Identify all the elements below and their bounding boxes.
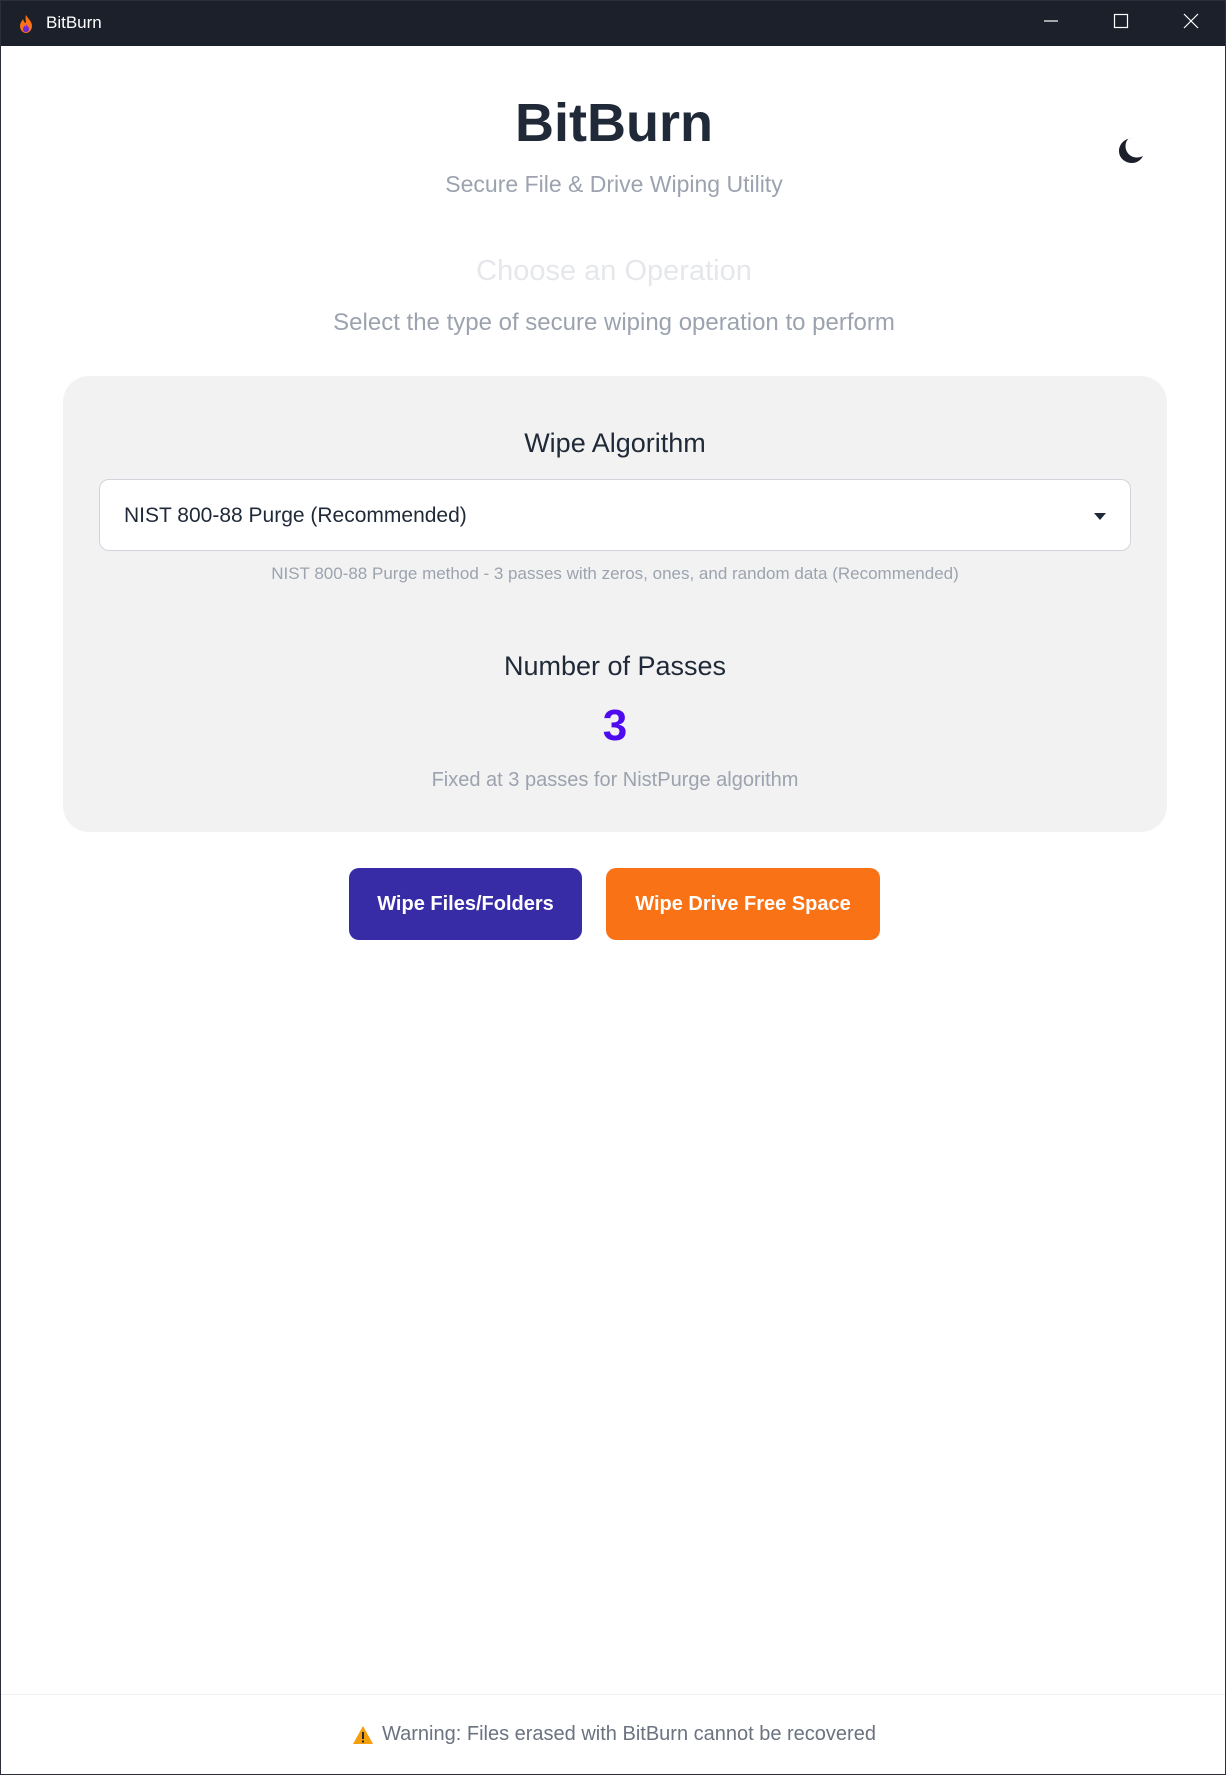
app-window: BitBurn BitBurn Secure File & Drive Wipi…: [0, 0, 1226, 1775]
moon-icon: [1111, 138, 1147, 172]
wipe-drive-button[interactable]: Wipe Drive Free Space: [606, 868, 880, 940]
chevron-down-icon: [1094, 513, 1106, 520]
wipe-files-button[interactable]: Wipe Files/Folders: [349, 868, 582, 940]
passes-label: Number of Passes: [503, 651, 727, 681]
close-icon: [1183, 13, 1199, 34]
algorithm-select[interactable]: NIST 800-88 Purge (Recommended): [99, 479, 1131, 551]
minimize-button[interactable]: [1016, 1, 1086, 46]
flame-icon: [17, 14, 35, 34]
app-subtitle: Secure File & Drive Wiping Utility: [445, 171, 783, 197]
settings-card: Wipe Algorithm NIST 800-88 Purge (Recomm…: [63, 376, 1167, 832]
operation-subheading: Select the type of secure wiping operati…: [333, 309, 895, 336]
algorithm-selected-value: NIST 800-88 Purge (Recommended): [124, 504, 467, 527]
algorithm-label: Wipe Algorithm: [524, 428, 706, 458]
footer-divider: [1, 1694, 1225, 1695]
window-title: BitBurn: [46, 13, 102, 32]
warning-text: Warning: Files erased with BitBurn canno…: [382, 1723, 876, 1745]
passes-note: Fixed at 3 passes for NistPurge algorith…: [431, 769, 799, 791]
maximize-button[interactable]: [1086, 1, 1156, 46]
app-title: BitBurn: [515, 93, 713, 153]
warning-icon: [352, 1725, 374, 1745]
algorithm-description: NIST 800-88 Purge method - 3 passes with…: [271, 564, 959, 583]
theme-toggle-button[interactable]: [1111, 132, 1147, 168]
passes-value: 3: [602, 701, 628, 750]
title-bar[interactable]: BitBurn: [1, 1, 1225, 46]
close-button[interactable]: [1156, 1, 1225, 46]
operation-heading: Choose an Operation: [476, 255, 752, 287]
footer-warning: Warning: Files erased with BitBurn canno…: [1, 1723, 1225, 1746]
minimize-icon: [1043, 13, 1059, 34]
maximize-icon: [1113, 13, 1129, 34]
